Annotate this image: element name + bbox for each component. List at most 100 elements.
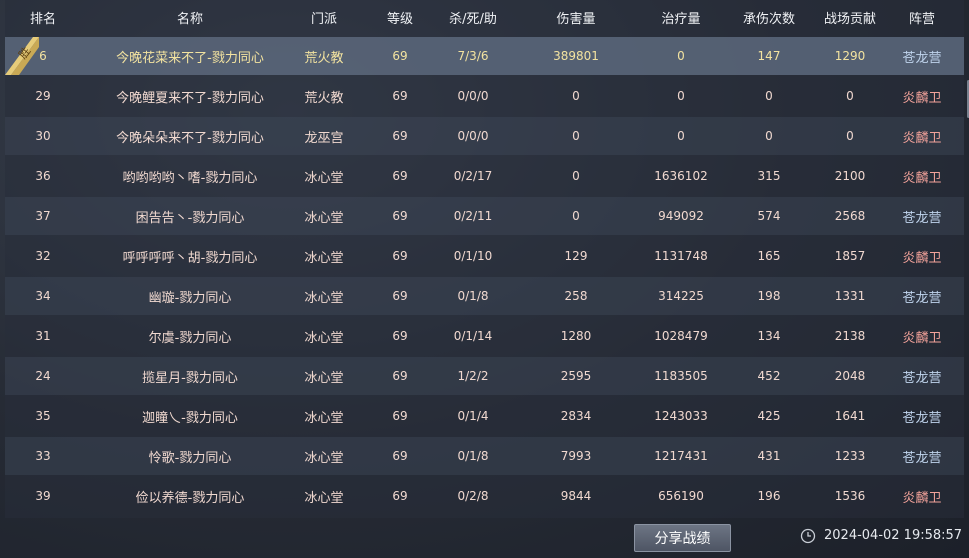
col-name[interactable]: 名称: [75, 0, 305, 34]
table-row[interactable]: 29 今晚鲤夏来不了-戮力同心 荒火教 69 0/0/0 0 0 0 0 炎麟卫: [5, 77, 964, 115]
cell-kda: 1/2/2: [457, 369, 489, 383]
cell-contribution: 2138: [834, 329, 866, 343]
share-record-button[interactable]: 分享战绩: [634, 524, 731, 552]
cell-damage: 1280: [560, 329, 592, 343]
cell-contribution: 0: [846, 129, 854, 143]
cell-damage: 129: [564, 249, 588, 263]
cell-rank: 35: [35, 409, 51, 423]
table-row[interactable]: 36 哟哟哟哟丶嗜-戮力同心 冰心堂 69 0/2/17 0 1636102 315 2100 炎…: [5, 157, 964, 195]
table-row[interactable]: 30 今晚朵朵来不了-戮力同心 龙巫宫 69 0/0/0 0 0 0 0 炎麟卫: [5, 117, 964, 155]
battle-datetime: 2024-04-02 19:58:57: [824, 528, 963, 543]
cell-level: 69: [392, 369, 408, 383]
cell-rank: 30: [35, 129, 51, 143]
cell-hits-taken: 134: [757, 329, 781, 343]
col-camp[interactable]: 阵营: [889, 0, 955, 34]
cell-healing: 1183505: [654, 369, 708, 383]
table-row[interactable]: 39 俭以养德-戮力同心 冰心堂 69 0/2/8 9844 656190 196 1536 炎麟…: [5, 477, 964, 515]
table-row[interactable]: 31 尔虞-戮力同心 冰心堂 69 0/1/14 1280 1028479 134 2138 炎麟…: [5, 317, 964, 355]
cell-contribution: 2568: [834, 209, 866, 223]
cell-rank: 31: [35, 329, 51, 343]
cell-hits-taken: 198: [757, 289, 781, 303]
cell-name: 呼呼呼呼丶胡-戮力同心: [122, 250, 258, 266]
col-hits-taken[interactable]: 承伤次数: [735, 0, 803, 34]
cell-damage: 2595: [560, 369, 592, 383]
cell-level: 69: [392, 489, 408, 503]
cell-camp: 苍龙营: [902, 210, 942, 226]
col-rank[interactable]: 排名: [11, 0, 75, 34]
cell-contribution: 2048: [834, 369, 866, 383]
cell-kda: 7/3/6: [457, 49, 489, 63]
cell-camp: 苍龙营: [902, 50, 942, 66]
scoreboard-header: 排名 名称 门派 等级 杀/死/助 伤害量 治疗量 承伤次数 战场贡献 阵营: [5, 0, 964, 34]
cell-damage: 7993: [560, 449, 592, 463]
cell-hits-taken: 165: [757, 249, 781, 263]
cell-kda: 0/2/11: [453, 209, 493, 223]
cell-kda: 0/0/0: [457, 89, 489, 103]
col-damage[interactable]: 伤害量: [535, 0, 617, 34]
cell-hits-taken: 431: [757, 449, 781, 463]
cell-name: 揽星月-戮力同心: [142, 370, 238, 386]
cell-camp: 苍龙营: [902, 290, 942, 306]
cell-contribution: 1233: [834, 449, 866, 463]
cell-hits-taken: 196: [757, 489, 781, 503]
col-kda[interactable]: 杀/死/助: [433, 0, 513, 34]
table-row[interactable]: 34 幽璇-戮力同心 冰心堂 69 0/1/8 258 314225 198 1331 苍龙营: [5, 277, 964, 315]
cell-camp: 炎麟卫: [902, 330, 942, 346]
cell-healing: 1243033: [654, 409, 708, 423]
cell-healing: 314225: [658, 289, 704, 303]
cell-kda: 0/2/8: [457, 489, 489, 503]
cell-damage: 389801: [553, 49, 599, 63]
cell-level: 69: [392, 449, 408, 463]
col-school[interactable]: 门派: [290, 0, 358, 34]
cell-school: 冰心堂: [304, 290, 344, 306]
cell-healing: 0: [677, 89, 685, 103]
cell-school: 冰心堂: [304, 170, 344, 186]
cell-healing: 1217431: [654, 449, 708, 463]
cell-hits-taken: 315: [757, 169, 781, 183]
cell-camp: 炎麟卫: [902, 490, 942, 506]
cell-name: 尔虞-戮力同心: [148, 330, 232, 346]
cell-kda: 0/1/14: [453, 329, 493, 343]
table-row[interactable]: 37 困告告丶-戮力同心 冰心堂 69 0/2/11 0 949092 574 2568 苍龙营: [5, 197, 964, 235]
cell-name: 怜歌-戮力同心: [148, 450, 232, 466]
cell-damage: 0: [572, 129, 580, 143]
cell-contribution: 0: [846, 89, 854, 103]
cell-school: 荒火教: [304, 90, 344, 106]
cell-hits-taken: 0: [765, 89, 773, 103]
cell-contribution: 1641: [834, 409, 866, 423]
cell-school: 冰心堂: [304, 410, 344, 426]
cell-rank: 6: [39, 49, 47, 63]
cell-rank: 29: [35, 89, 51, 103]
cell-rank: 32: [35, 249, 51, 263]
cell-kda: 0/0/0: [457, 129, 489, 143]
col-healing[interactable]: 治疗量: [635, 0, 727, 34]
cell-level: 69: [392, 169, 408, 183]
cell-healing: 949092: [658, 209, 704, 223]
cell-level: 69: [392, 289, 408, 303]
cell-damage: 0: [572, 169, 580, 183]
cell-level: 69: [392, 209, 408, 223]
table-row[interactable]: 32 呼呼呼呼丶胡-戮力同心 冰心堂 69 0/1/10 129 1131748 165 185…: [5, 237, 964, 275]
cell-kda: 0/1/8: [457, 449, 489, 463]
cell-rank: 36: [35, 169, 51, 183]
cell-school: 冰心堂: [304, 330, 344, 346]
cell-level: 69: [392, 329, 408, 343]
col-contribution[interactable]: 战场贡献: [810, 0, 890, 34]
col-level[interactable]: 等级: [370, 0, 430, 34]
cell-level: 69: [392, 249, 408, 263]
table-row-self[interactable]: 胜 6 今晚花菜来不了-戮力同心 荒火教 69 7/3/6 389801 0 147 1290 苍龙…: [5, 37, 964, 75]
table-row[interactable]: 33 怜歌-戮力同心 冰心堂 69 0/1/8 7993 1217431 431 1233 苍龙营: [5, 437, 964, 475]
cell-kda: 0/1/4: [457, 409, 489, 423]
table-row[interactable]: 35 迦瞳乀-戮力同心 冰心堂 69 0/1/4 2834 1243033 425 1641 苍龙…: [5, 397, 964, 435]
cell-contribution: 1536: [834, 489, 866, 503]
cell-name: 哟哟哟哟丶嗜-戮力同心: [122, 170, 258, 186]
table-row[interactable]: 24 揽星月-戮力同心 冰心堂 69 1/2/2 2595 1183505 452 2048 苍龙…: [5, 357, 964, 395]
cell-camp: 炎麟卫: [902, 130, 942, 146]
cell-kda: 0/1/8: [457, 289, 489, 303]
cell-rank: 33: [35, 449, 51, 463]
cell-camp: 炎麟卫: [902, 250, 942, 266]
cell-hits-taken: 574: [757, 209, 781, 223]
cell-level: 69: [392, 89, 408, 103]
cell-contribution: 1857: [834, 249, 866, 263]
cell-camp: 苍龙营: [902, 450, 942, 466]
